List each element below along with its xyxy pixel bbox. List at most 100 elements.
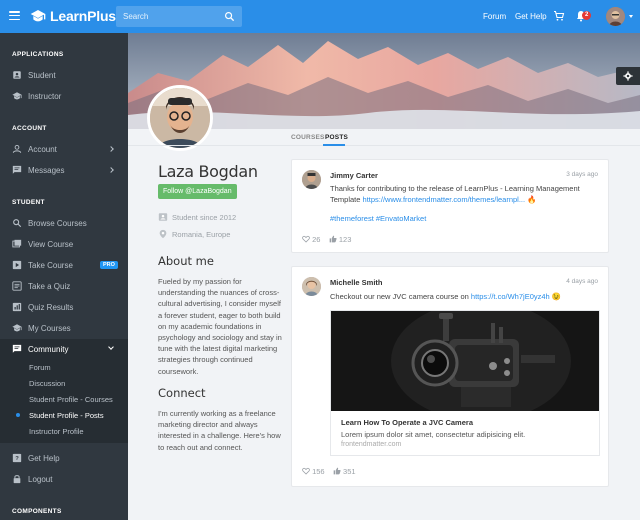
chevron-down-icon (108, 344, 114, 350)
sidebar-item-label: Instructor (28, 92, 62, 101)
sidebar-subitem-discussion[interactable]: Discussion (29, 379, 65, 388)
sidebar-item-my-courses[interactable]: My Courses (0, 318, 128, 338)
post-body: Thanks for contributing to the release o… (330, 183, 600, 205)
chevron-down-icon[interactable] (629, 15, 633, 18)
sidebar-item-messages[interactable]: Messages (0, 160, 128, 180)
section-title-student: STUDENT (12, 199, 45, 206)
sidebar-item-instructor[interactable]: Instructor (0, 86, 128, 106)
search-box (116, 6, 242, 27)
post-time: 4 days ago (566, 278, 598, 285)
avatar[interactable] (302, 277, 321, 296)
help-icon: ? (12, 453, 22, 463)
like-count: 156 (312, 467, 325, 476)
book-icon (12, 239, 22, 248)
section-title-components: COMPONENTS (12, 508, 62, 515)
post-link[interactable]: https://www.frontendmatter.com/themes/le… (363, 195, 526, 204)
camera-preview-image (331, 311, 599, 411)
settings-button[interactable] (616, 67, 640, 85)
sidebar-item-student[interactable]: Student (0, 65, 128, 85)
pro-badge: PRO (100, 261, 118, 269)
follow-button[interactable]: Follow @LazaBogdan (158, 184, 237, 199)
sidebar-subitem-profile-posts[interactable]: Student Profile - Posts (29, 411, 104, 420)
sidebar-item-label: Community (28, 345, 69, 354)
sidebar: APPLICATIONS Student Instructor ACCOUNT … (0, 33, 128, 520)
sidebar-item-quiz-results[interactable]: Quiz Results (0, 297, 128, 317)
active-indicator (16, 413, 20, 417)
sidebar-item-get-help[interactable]: ? Get Help (0, 448, 128, 468)
menu-icon[interactable] (9, 11, 20, 21)
post-author[interactable]: Jimmy Carter (330, 171, 378, 180)
forum-link[interactable]: Forum (483, 12, 506, 21)
location-pin-icon (159, 229, 167, 239)
play-icon (12, 260, 22, 270)
brand-name: LearnPlus (50, 8, 116, 24)
sidebar-item-take-course[interactable]: Take Course PRO (0, 255, 128, 275)
sidebar-subitem-forum[interactable]: Forum (29, 363, 51, 372)
brand-logo[interactable]: LearnPlus (30, 8, 116, 24)
graduation-cap-icon (30, 10, 46, 22)
instructor-icon (12, 92, 22, 100)
sidebar-item-community[interactable]: Community (0, 339, 128, 359)
sidebar-item-logout[interactable]: Logout (0, 469, 128, 489)
profile-name: Laza Bogdan (158, 162, 258, 181)
sidebar-subitem-profile-courses[interactable]: Student Profile - Courses (29, 395, 113, 404)
sidebar-item-label: My Courses (28, 324, 71, 333)
avatar[interactable] (302, 170, 321, 189)
post-author[interactable]: Michelle Smith (330, 278, 383, 287)
connect-text: I'm currently working as a freelance mar… (158, 409, 281, 452)
person-icon (12, 145, 22, 153)
sidebar-item-label: Quiz Results (28, 303, 74, 312)
tab-courses[interactable]: COURSES (291, 134, 325, 141)
get-help-link[interactable]: Get Help (515, 12, 547, 21)
id-card-icon (158, 213, 168, 221)
link-preview-card[interactable]: Learn How To Operate a JVC Camera Lorem … (330, 310, 600, 456)
heart-icon[interactable] (302, 235, 310, 243)
hashtags[interactable]: #themeforest #EnvatoMarket (330, 214, 426, 223)
sidebar-item-view-course[interactable]: View Course (0, 234, 128, 254)
sidebar-item-label: Get Help (28, 454, 60, 463)
gear-icon (623, 71, 633, 81)
post-actions: 26 123 (302, 235, 351, 244)
shopping-cart-icon[interactable] (553, 10, 565, 22)
search-input[interactable] (116, 6, 212, 27)
thumbs-count: 123 (338, 235, 352, 244)
wink-emoji: 😉 (551, 292, 562, 301)
thumbs-count: 351 (343, 467, 356, 476)
sidebar-subitem-instructor-profile[interactable]: Instructor Profile (29, 427, 84, 436)
post-card: Michelle Smith 4 days ago Checkout our n… (291, 266, 609, 487)
sidebar-item-label: Logout (28, 475, 53, 484)
student-icon (13, 71, 21, 79)
sidebar-item-label: Take Course (28, 261, 73, 270)
sidebar-item-label: Student (28, 71, 56, 80)
post-body: Checkout our new JVC camera course on ht… (330, 291, 600, 302)
search-icon[interactable] (224, 11, 235, 22)
active-tab-indicator (323, 144, 345, 146)
thumbs-up-icon[interactable] (329, 235, 337, 243)
notification-count-badge: 2 (582, 11, 592, 20)
post-tags: #themeforest #EnvatoMarket (330, 213, 600, 224)
top-navbar: LearnPlus Forum Get Help 2 (0, 0, 640, 33)
embed-url[interactable]: frontendmatter.com (341, 441, 401, 448)
about-heading: About me (158, 254, 214, 268)
sidebar-item-browse-courses[interactable]: Browse Courses (0, 213, 128, 233)
sidebar-item-take-a-quiz[interactable]: Take a Quiz (0, 276, 128, 296)
thumbs-up-icon[interactable] (333, 467, 341, 475)
sidebar-item-label: Take a Quiz (28, 282, 71, 291)
profile-avatar (147, 85, 213, 151)
fire-emoji: 🔥 (527, 195, 537, 204)
embed-title[interactable]: Learn How To Operate a JVC Camera (341, 418, 473, 427)
post-link[interactable]: https://t.co/Wh7jE0yz4h (471, 292, 550, 301)
lock-icon (13, 475, 21, 484)
sidebar-item-label: Messages (28, 166, 65, 175)
user-avatar[interactable] (606, 7, 625, 26)
sidebar-item-label: Account (28, 145, 57, 154)
sidebar-item-label: Browse Courses (28, 219, 87, 228)
sidebar-item-account[interactable]: Account (0, 139, 128, 159)
svg-text:?: ? (15, 456, 19, 462)
quiz-icon (12, 281, 22, 291)
heart-icon[interactable] (302, 467, 310, 475)
forum-icon (12, 344, 22, 353)
tab-posts[interactable]: POSTS (325, 134, 348, 141)
chat-icon (12, 165, 22, 174)
school-icon (12, 324, 22, 332)
